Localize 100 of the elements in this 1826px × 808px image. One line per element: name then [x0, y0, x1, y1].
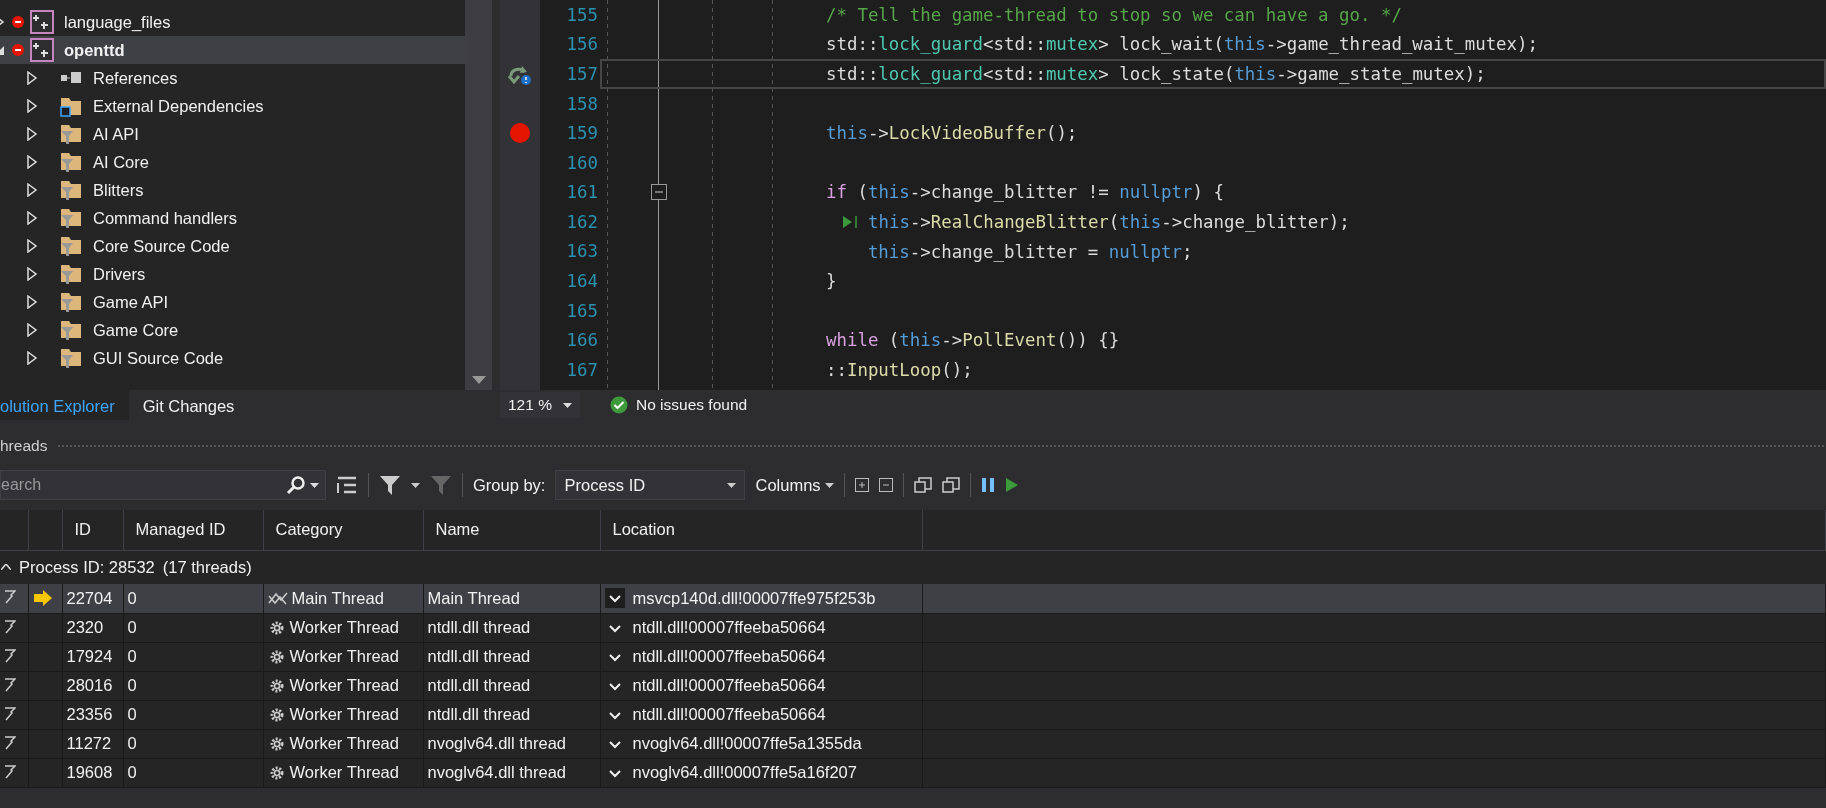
collapse-toggle-icon[interactable] [651, 184, 667, 201]
column-header[interactable]: ID [62, 510, 123, 550]
column-header[interactable]: Name [423, 510, 600, 550]
tree-item-label[interactable]: Command handlers [93, 205, 237, 231]
code-line: while (this->PollEvent()) {} [826, 329, 1120, 353]
code-line: if (this->change_blitter != nullptr) { [826, 181, 1224, 205]
table-cell-text: Worker Thread [289, 762, 399, 784]
table-cell: 22704 [62, 584, 123, 613]
folder-icon [59, 95, 83, 117]
expand-chevron-icon[interactable] [604, 588, 625, 609]
table-cell: Main Thread [423, 584, 600, 613]
code-line: this->change_blitter = nullptr; [866, 240, 1193, 264]
references-icon [59, 70, 83, 86]
table-cell-text: Worker Thread [289, 675, 399, 697]
collapsed-arrow-icon[interactable] [25, 211, 39, 225]
line-number: 164 [565, 270, 599, 294]
panel-tab[interactable]: Git Changes [128, 390, 249, 420]
line-number: 166 [565, 329, 599, 353]
group-count: (17 threads) [162, 556, 252, 578]
filter-icon[interactable] [379, 474, 401, 496]
code-line: ::InputLoop(); [826, 358, 973, 382]
collapsed-arrow-icon[interactable] [25, 155, 39, 169]
expanded-caret-icon[interactable] [1, 564, 11, 571]
table-cell: 0 [123, 700, 263, 729]
play-icon[interactable] [1004, 477, 1019, 493]
project-icon [30, 38, 54, 62]
table-cell: 2320 [62, 613, 123, 642]
windows-icon[interactable] [941, 476, 960, 494]
collapsed-arrow-icon[interactable] [25, 99, 39, 113]
column-header[interactable]: Location [600, 510, 922, 550]
collapsed-arrow-icon[interactable] [25, 71, 39, 85]
code-line: std::lock_guard<std::mutex> lock_state(this->game_state_mutex); [826, 62, 1486, 86]
collapsed-arrow-icon[interactable] [25, 295, 39, 309]
table-cell: ntdll.dll thread [423, 613, 600, 642]
pause-icon[interactable] [980, 477, 995, 493]
column-header[interactable]: Managed ID [123, 510, 263, 550]
line-number: 165 [565, 299, 599, 323]
table-cell-text: Worker Thread [289, 733, 399, 755]
filter-folder-icon [59, 206, 83, 230]
collapsed-arrow-icon[interactable] [25, 183, 39, 197]
list-icon[interactable] [336, 475, 358, 495]
table-cell-text: Worker Thread [289, 704, 399, 726]
tree-item-label[interactable]: AI API [93, 121, 139, 147]
tree-item-label[interactable]: Drivers [93, 261, 146, 287]
project-icon [30, 10, 54, 34]
table-cell: 0 [123, 671, 263, 700]
flag-icon[interactable] [4, 764, 16, 781]
code-line: } [826, 270, 837, 294]
filter-icon [430, 474, 452, 496]
windows-icon[interactable] [913, 476, 932, 494]
filter-folder-icon [59, 318, 83, 342]
flag-icon[interactable] [4, 648, 16, 665]
table-cell: 28016 [62, 671, 123, 700]
tree-item-label[interactable]: Core Source Code [93, 233, 230, 259]
flag-icon[interactable] [4, 706, 16, 723]
collapsed-arrow-icon[interactable] [25, 127, 39, 141]
caret-icon[interactable] [411, 482, 420, 488]
tree-item-label[interactable]: GUI Source Code [93, 345, 224, 371]
code-line: this->RealChangeBlitter(this->change_blitter); [868, 210, 1350, 234]
group-label: Process ID: 28532 [19, 556, 155, 578]
tree-item-label[interactable]: Game Core [93, 317, 179, 343]
collapsed-arrow-icon[interactable] [25, 239, 39, 253]
flag-icon[interactable] [4, 677, 16, 694]
collapsed-arrow-icon[interactable] [25, 323, 39, 337]
status-text: No issues found [636, 395, 748, 416]
table-cell: 17924 [62, 642, 123, 671]
line-number: 162 [565, 210, 599, 234]
table-cell-text: Worker Thread [289, 617, 399, 639]
table-cell: 0 [123, 758, 263, 787]
tree-item-label[interactable]: References [93, 65, 178, 91]
table-cell: 0 [123, 584, 263, 613]
table-cell: 23356 [62, 700, 123, 729]
columns-button[interactable]: Columns [755, 472, 834, 498]
filter-folder-icon [59, 122, 83, 146]
tree-item-label[interactable]: openttd [64, 37, 125, 63]
flag-icon[interactable] [4, 735, 16, 752]
table-cell-text: Worker Thread [289, 646, 399, 668]
field-label: Group by: [473, 474, 546, 496]
scroll-down-icon[interactable] [471, 376, 486, 384]
expand-icon[interactable] [854, 478, 869, 492]
tree-item-label[interactable]: External Dependencies [93, 93, 264, 119]
table-cell-text: nvoglv64.dll!00007ffe5a1355da [632, 733, 862, 755]
group-by-dropdown[interactable]: Process ID [555, 470, 746, 500]
tree-item-label[interactable]: Game API [93, 289, 169, 315]
tree-item-label[interactable]: language_files [64, 9, 171, 35]
scrollbar[interactable] [465, 0, 492, 390]
tree-item-label[interactable]: Blitters [93, 177, 144, 203]
panel-title: hreads [0, 436, 48, 457]
filter-folder-icon [59, 262, 83, 286]
collapsed-arrow-icon[interactable] [25, 267, 39, 281]
tree-item-label[interactable]: AI Core [93, 149, 149, 175]
collapse-icon[interactable] [878, 478, 893, 492]
filter-folder-icon [59, 150, 83, 174]
collapsed-arrow-icon[interactable] [25, 351, 39, 365]
line-number: 163 [565, 240, 599, 264]
flag-icon[interactable] [4, 619, 16, 636]
filter-folder-icon [59, 346, 83, 370]
panel-tab[interactable]: olution Explorer [0, 390, 129, 420]
zoom-dropdown[interactable]: 121 % [500, 392, 580, 418]
column-header[interactable]: Category [263, 510, 423, 550]
